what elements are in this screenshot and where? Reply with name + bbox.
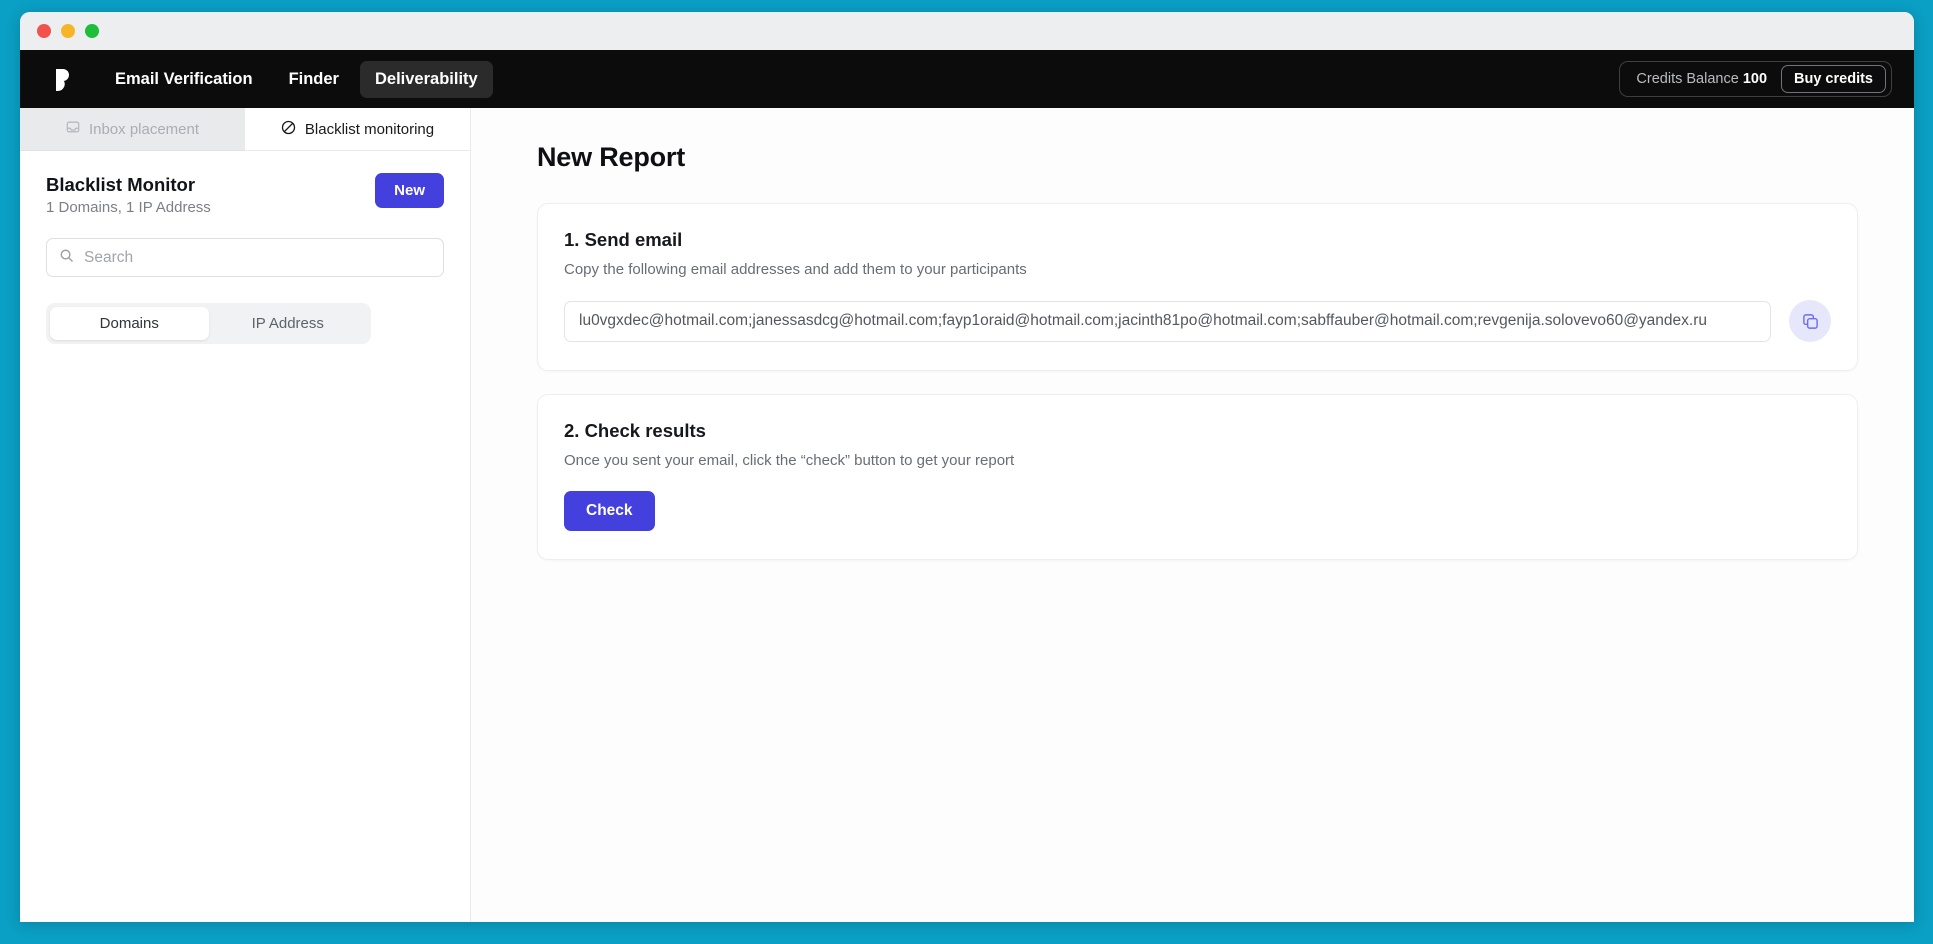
inbox-icon [66, 120, 80, 138]
sidebar-tab-inbox-placement[interactable]: Inbox placement [20, 108, 245, 151]
blacklist-monitor-title: Blacklist Monitor [46, 174, 196, 195]
step-send-email-title: 1. Send email [564, 229, 683, 250]
credits-balance-label: Credits Balance [1636, 71, 1739, 87]
sidebar-tab-blacklist-monitoring[interactable]: Blacklist monitoring [245, 108, 470, 151]
zoom-window-button[interactable] [85, 24, 99, 38]
top-navigation-bar: Email Verification Finder Deliverability… [20, 50, 1914, 108]
sidebar-segmented-control: Domains IP Address [46, 303, 371, 345]
nav-link-finder[interactable]: Finder [274, 61, 354, 98]
buy-credits-button[interactable]: Buy credits [1781, 65, 1886, 93]
hunter-logo-icon[interactable] [44, 62, 78, 96]
segment-ip-address[interactable]: IP Address [209, 307, 368, 340]
primary-nav-links: Email Verification Finder Deliverability [100, 60, 493, 98]
nav-link-email-verification[interactable]: Email Verification [100, 61, 268, 98]
credits-balance-text: Credits Balance 100 [1636, 71, 1767, 87]
new-monitor-button[interactable]: New [375, 173, 444, 208]
window-titlebar [20, 12, 1914, 50]
main-content: New Report 1. Send email Copy the follow… [471, 108, 1914, 922]
close-window-button[interactable] [37, 24, 51, 38]
nav-link-deliverability[interactable]: Deliverability [359, 60, 493, 98]
blocked-circle-icon [281, 120, 296, 139]
sidebar-tab-blacklist-monitoring-label: Blacklist monitoring [304, 120, 435, 138]
sidebar: Inbox placement Blacklist monitoring Bla… [20, 108, 471, 922]
sidebar-search-box[interactable] [46, 238, 444, 278]
blacklist-monitor-text: Blacklist Monitor 1 Domains, 1 IP Addres… [46, 173, 211, 216]
sidebar-tabs: Inbox placement Blacklist monitoring [20, 108, 470, 151]
step-check-results-title: 2. Check results [564, 420, 706, 441]
step-send-email-card: 1. Send email Copy the following email a… [537, 203, 1858, 371]
blacklist-monitor-header: Blacklist Monitor 1 Domains, 1 IP Addres… [20, 151, 470, 216]
minimize-window-button[interactable] [61, 24, 75, 38]
app-body: Inbox placement Blacklist monitoring Bla… [20, 108, 1914, 922]
email-addresses-row [564, 300, 1831, 342]
email-addresses-input[interactable] [564, 300, 1771, 342]
copy-icon [1802, 313, 1818, 329]
step-check-results-subtitle: Once you sent your email, click the “che… [564, 452, 1015, 469]
blacklist-monitor-subtitle: 1 Domains, 1 IP Address [46, 199, 211, 217]
search-icon [59, 248, 74, 268]
check-button[interactable]: Check [564, 491, 655, 531]
browser-window: Email Verification Finder Deliverability… [20, 12, 1914, 922]
sidebar-tab-inbox-placement-label: Inbox placement [88, 120, 200, 138]
credits-balance-value: 100 [1742, 71, 1768, 87]
page-title: New Report [537, 142, 686, 172]
search-input[interactable] [84, 248, 431, 267]
step-check-results-card: 2. Check results Once you sent your emai… [537, 394, 1858, 560]
credits-balance-box: Credits Balance 100 Buy credits [1619, 61, 1892, 97]
segment-domains[interactable]: Domains [50, 307, 209, 341]
copy-emails-button[interactable] [1789, 300, 1831, 342]
step-send-email-subtitle: Copy the following email addresses and a… [564, 261, 1027, 278]
